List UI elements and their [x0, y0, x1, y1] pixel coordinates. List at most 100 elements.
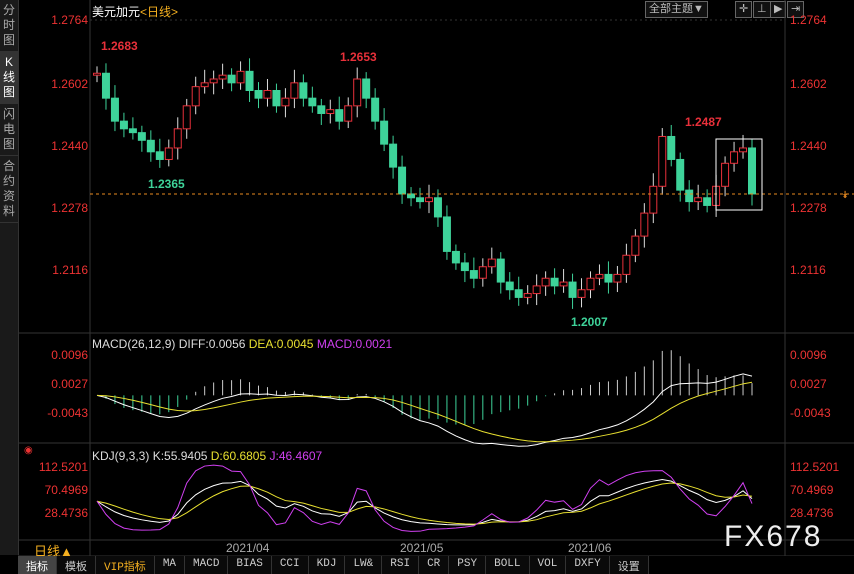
kdj-legend: KDJ(9,3,3) K:55.9405 D:60.6805 J:46.4607 — [92, 449, 322, 463]
candle — [541, 277, 550, 287]
macd-axis-label: 0.0096 — [790, 348, 827, 362]
candle — [442, 216, 451, 252]
macd-title: MACD(26,12,9) — [92, 337, 176, 351]
macd-diff: DIFF:0.0056 — [178, 337, 246, 351]
candle — [523, 293, 532, 298]
candle — [371, 97, 380, 122]
candle — [685, 189, 694, 203]
candle — [191, 86, 200, 107]
candle — [218, 74, 227, 80]
candle — [254, 89, 263, 99]
candle — [119, 120, 128, 130]
kdj-axis-label: 112.5201 — [38, 460, 88, 474]
indicator-tab[interactable]: DXFY — [566, 556, 610, 574]
kdj-axis-label: 28.4736 — [44, 506, 88, 520]
candle — [93, 72, 101, 76]
candle — [478, 266, 487, 279]
date-label: 2021/04 — [226, 541, 270, 555]
indicator-tab[interactable]: MACD — [185, 556, 229, 574]
indicator-tab[interactable]: CCI — [271, 556, 309, 574]
candle — [272, 89, 281, 107]
annotation-low: 1.2365 — [148, 177, 185, 191]
candle — [407, 193, 416, 199]
candle — [182, 105, 191, 130]
price-label: 1.2116 — [52, 263, 88, 277]
indicator-tab[interactable]: PSY — [449, 556, 487, 574]
candle — [595, 273, 604, 279]
candle — [559, 281, 568, 287]
price-label: 1.2278 — [790, 201, 827, 215]
indicator-tab[interactable]: 模板 — [57, 556, 96, 574]
indicator-tab[interactable]: VIP指标 — [96, 556, 155, 574]
candle — [146, 139, 155, 153]
kdj-axis-label: 28.4736 — [790, 506, 834, 520]
annotation-high: 1.2653 — [340, 50, 377, 64]
candle — [667, 135, 676, 160]
indicator-tab[interactable]: MA — [154, 556, 186, 574]
price-label: 1.2764 — [51, 13, 88, 27]
candle — [227, 74, 236, 84]
candle — [721, 162, 730, 187]
watermark-logo: FX678 — [724, 520, 823, 553]
candle — [128, 128, 137, 134]
chart-canvas[interactable]: ⯯ — [0, 0, 854, 556]
candle — [487, 258, 496, 268]
candle — [380, 120, 389, 145]
candle — [245, 70, 254, 91]
candle — [362, 78, 371, 99]
indicator-tab[interactable]: 指标 — [18, 556, 57, 574]
candle — [389, 143, 398, 168]
kdj-axis-label: 112.5201 — [790, 460, 840, 474]
candle — [748, 147, 756, 195]
candle — [200, 82, 209, 88]
candle — [281, 97, 290, 107]
candle — [110, 97, 119, 122]
indicator-tab[interactable]: CR — [419, 556, 450, 574]
candle — [622, 254, 631, 275]
candle — [164, 147, 173, 160]
candle — [586, 277, 595, 291]
last-price-marker-icon: ⯯ — [842, 190, 848, 201]
macd-value: MACD:0.0021 — [316, 337, 393, 351]
candle — [173, 128, 182, 149]
candle — [604, 273, 613, 283]
candle — [649, 185, 658, 214]
candle — [209, 78, 218, 84]
price-label: 1.2116 — [790, 263, 826, 277]
candle — [568, 281, 577, 298]
candle — [496, 258, 505, 283]
price-label: 1.2764 — [790, 13, 827, 27]
candle — [308, 97, 317, 107]
date-label: 2021/06 — [568, 541, 612, 555]
settings-dot-icon[interactable]: ◉ — [24, 445, 33, 456]
indicator-tab[interactable]: BIAS — [228, 556, 272, 574]
macd-axis-label: -0.0043 — [47, 406, 88, 420]
indicator-tab[interactable]: BOLL — [486, 556, 530, 574]
candle — [433, 197, 442, 218]
candle — [155, 151, 164, 160]
candle — [550, 277, 559, 287]
annotation-high: 1.2487 — [685, 115, 722, 129]
indicator-tab[interactable]: LW& — [345, 556, 383, 574]
indicator-tab[interactable]: KDJ — [308, 556, 346, 574]
macd-legend: MACD(26,12,9) DIFF:0.0056 DEA:0.0045 MAC… — [92, 337, 392, 351]
candle — [299, 82, 308, 99]
candle — [739, 147, 748, 153]
kdj-title: KDJ(9,3,3) — [92, 449, 150, 463]
kdj-axis-label: 70.4969 — [790, 483, 834, 497]
indicator-tab[interactable]: VOL — [529, 556, 567, 574]
macd-dea: DEA:0.0045 — [248, 337, 314, 351]
candle — [290, 82, 299, 99]
date-label: 2021/05 — [400, 541, 444, 555]
candle — [451, 250, 460, 264]
kdj-axis-label: 70.4969 — [44, 483, 88, 497]
candle — [317, 105, 326, 114]
candle — [137, 132, 146, 141]
candle — [263, 89, 272, 99]
indicator-tab[interactable]: RSI — [382, 556, 420, 574]
candle — [505, 281, 514, 291]
price-label: 1.2602 — [790, 77, 827, 91]
price-label: 1.2602 — [51, 77, 88, 91]
indicator-tab[interactable]: 设置 — [609, 556, 649, 574]
price-label: 1.2440 — [790, 139, 827, 153]
